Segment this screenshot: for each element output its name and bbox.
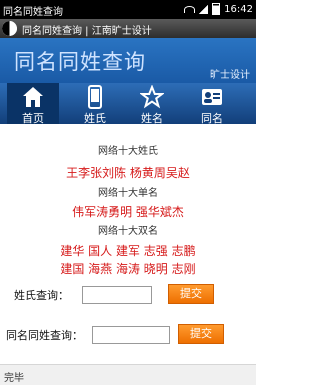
nav-item-same-name[interactable]: 同名	[186, 83, 238, 125]
status-title: 同名同姓查询	[3, 7, 63, 18]
star-icon	[140, 85, 164, 109]
banner: 同名同姓查询 旷士设计	[0, 38, 256, 83]
home-icon	[23, 87, 43, 107]
banner-title: 同名同姓查询	[14, 50, 146, 74]
signal-icon	[199, 4, 209, 14]
top-single-names-list: 伟军涛勇明 强华斌杰	[72, 205, 184, 219]
nav-item-name[interactable]: 姓名	[126, 83, 178, 125]
surname-query-label: 姓氏查询：	[14, 289, 69, 302]
top-double-names-line2: 建国 海燕 海涛 晓明 志刚	[60, 262, 196, 276]
top-double-names-line1: 建华 国人 建军 志强 志鹏	[60, 244, 196, 258]
phone-icon	[88, 85, 102, 109]
surname-query-input[interactable]	[82, 286, 152, 304]
nav-item-surname[interactable]: 姓氏	[69, 83, 121, 125]
top-surnames-list: 王李张刘陈 杨黄周吴赵	[66, 166, 190, 180]
top-double-names-heading: 网络十大双名	[98, 226, 158, 237]
fullname-query-row: 同名同姓查询： 提交	[0, 324, 256, 344]
battery-icon	[212, 3, 221, 15]
footer-status-bar: 完毕	[0, 364, 256, 385]
top-single-names-heading: 网络十大单名	[98, 188, 158, 199]
wifi-icon	[184, 5, 196, 13]
footer-status-text: 完毕	[4, 373, 24, 384]
banner-subtitle: 旷士设计	[210, 70, 250, 81]
status-bar: 同名同姓查询 16:42	[0, 0, 256, 19]
top-surnames-heading: 网络十大姓氏	[98, 146, 158, 157]
contact-card-icon	[202, 89, 222, 105]
surname-query-row: 姓氏查询： 提交	[0, 284, 256, 304]
main-nav: 首页 姓氏 姓名 同名	[0, 83, 256, 125]
fullname-query-input[interactable]	[92, 326, 170, 344]
fullname-query-label: 同名同姓查询：	[6, 329, 83, 342]
fullname-submit-button[interactable]: 提交	[178, 324, 224, 344]
status-time: 16:42	[224, 3, 253, 15]
main-content: 网络十大姓氏 王李张刘陈 杨黄周吴赵 网络十大单名 伟军涛勇明 强华斌杰 网络十…	[0, 124, 256, 360]
app-title: 同名同姓查询 | 江南旷士设计	[22, 26, 152, 37]
nav-item-home[interactable]: 首页	[7, 83, 59, 125]
status-icons: 16:42	[184, 3, 253, 15]
surname-submit-button[interactable]: 提交	[168, 284, 214, 304]
yin-yang-icon	[2, 21, 17, 36]
app-title-bar: 同名同姓查询 | 江南旷士设计	[0, 19, 256, 38]
